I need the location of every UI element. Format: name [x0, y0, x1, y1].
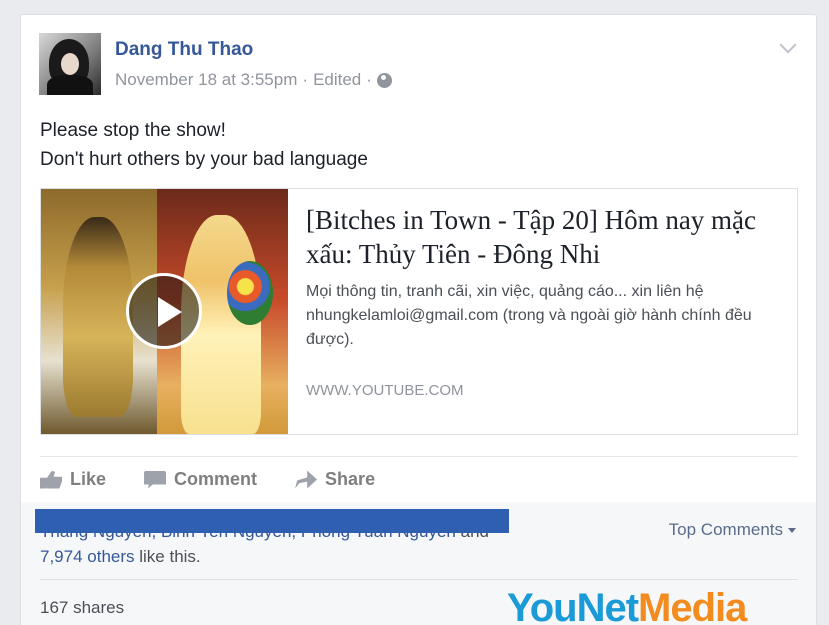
watermark-part: Media	[638, 586, 747, 625]
like-label: Like	[70, 469, 107, 489]
post-text: Please stop the show! Don't hurt others …	[40, 116, 368, 174]
chevron-down-icon[interactable]	[779, 36, 797, 54]
post-card: Dang Thu Thao November 18 at 3:55pm · Ed…	[20, 14, 817, 625]
preview-domain: WWW.YOUTUBE.COM	[306, 382, 464, 399]
globe-icon[interactable]	[376, 72, 392, 88]
watermark-part: YouNet	[507, 586, 639, 625]
preview-title[interactable]: [Bitches in Town - Tập 20] Hôm nay mặc x…	[306, 203, 779, 271]
post-text-line: Please stop the show!	[40, 120, 226, 141]
action-bar: Like Comment Share	[40, 456, 798, 502]
meta-separator: ·	[302, 70, 309, 89]
video-thumbnail[interactable]	[41, 189, 288, 434]
preview-body: [Bitches in Town - Tập 20] Hôm nay mặc x…	[288, 189, 797, 434]
comment-label: Comment	[174, 469, 258, 489]
share-button[interactable]: Share	[295, 469, 375, 490]
engagement-area: Thang Nguyen, Binh Yen Nguyen, Phong Tua…	[21, 502, 816, 625]
top-comments-label: Top Comments	[668, 520, 783, 539]
comment-button[interactable]: Comment	[144, 469, 257, 490]
others-link[interactable]: 7,974 others	[40, 547, 135, 566]
shares-count[interactable]: 167 shares	[40, 598, 124, 618]
meta-separator: ·	[366, 70, 372, 89]
author-name[interactable]: Dang Thu Thao	[115, 39, 253, 61]
watermark-logo: YouNetMedia	[507, 586, 747, 625]
preview-description: Mọi thông tin, tranh cãi, xin việc, quản…	[306, 283, 752, 348]
thumbnail-figure	[63, 217, 133, 417]
edited-label[interactable]: Edited	[313, 70, 361, 90]
avatar[interactable]	[39, 33, 101, 95]
play-icon[interactable]	[126, 273, 202, 349]
like-this-text: like this.	[139, 547, 201, 566]
post-date[interactable]: November 18 at 3:55pm	[115, 70, 297, 90]
post-text-line: Don't hurt others by your bad language	[40, 149, 368, 170]
share-label: Share	[325, 469, 376, 489]
redaction-bar	[35, 509, 509, 533]
share-icon	[295, 470, 318, 489]
caret-down-icon	[788, 527, 796, 533]
post-meta: November 18 at 3:55pm · Edited ·	[115, 70, 392, 90]
top-comments-dropdown[interactable]: Top Comments	[669, 520, 796, 540]
thumbnail-flowers	[227, 261, 273, 325]
comment-icon	[144, 470, 167, 489]
link-preview[interactable]: [Bitches in Town - Tập 20] Hôm nay mặc x…	[40, 188, 798, 435]
avatar-body	[47, 75, 93, 95]
divider	[40, 579, 798, 580]
like-icon	[40, 470, 62, 489]
like-button[interactable]: Like	[40, 469, 106, 490]
avatar-face	[61, 53, 79, 75]
